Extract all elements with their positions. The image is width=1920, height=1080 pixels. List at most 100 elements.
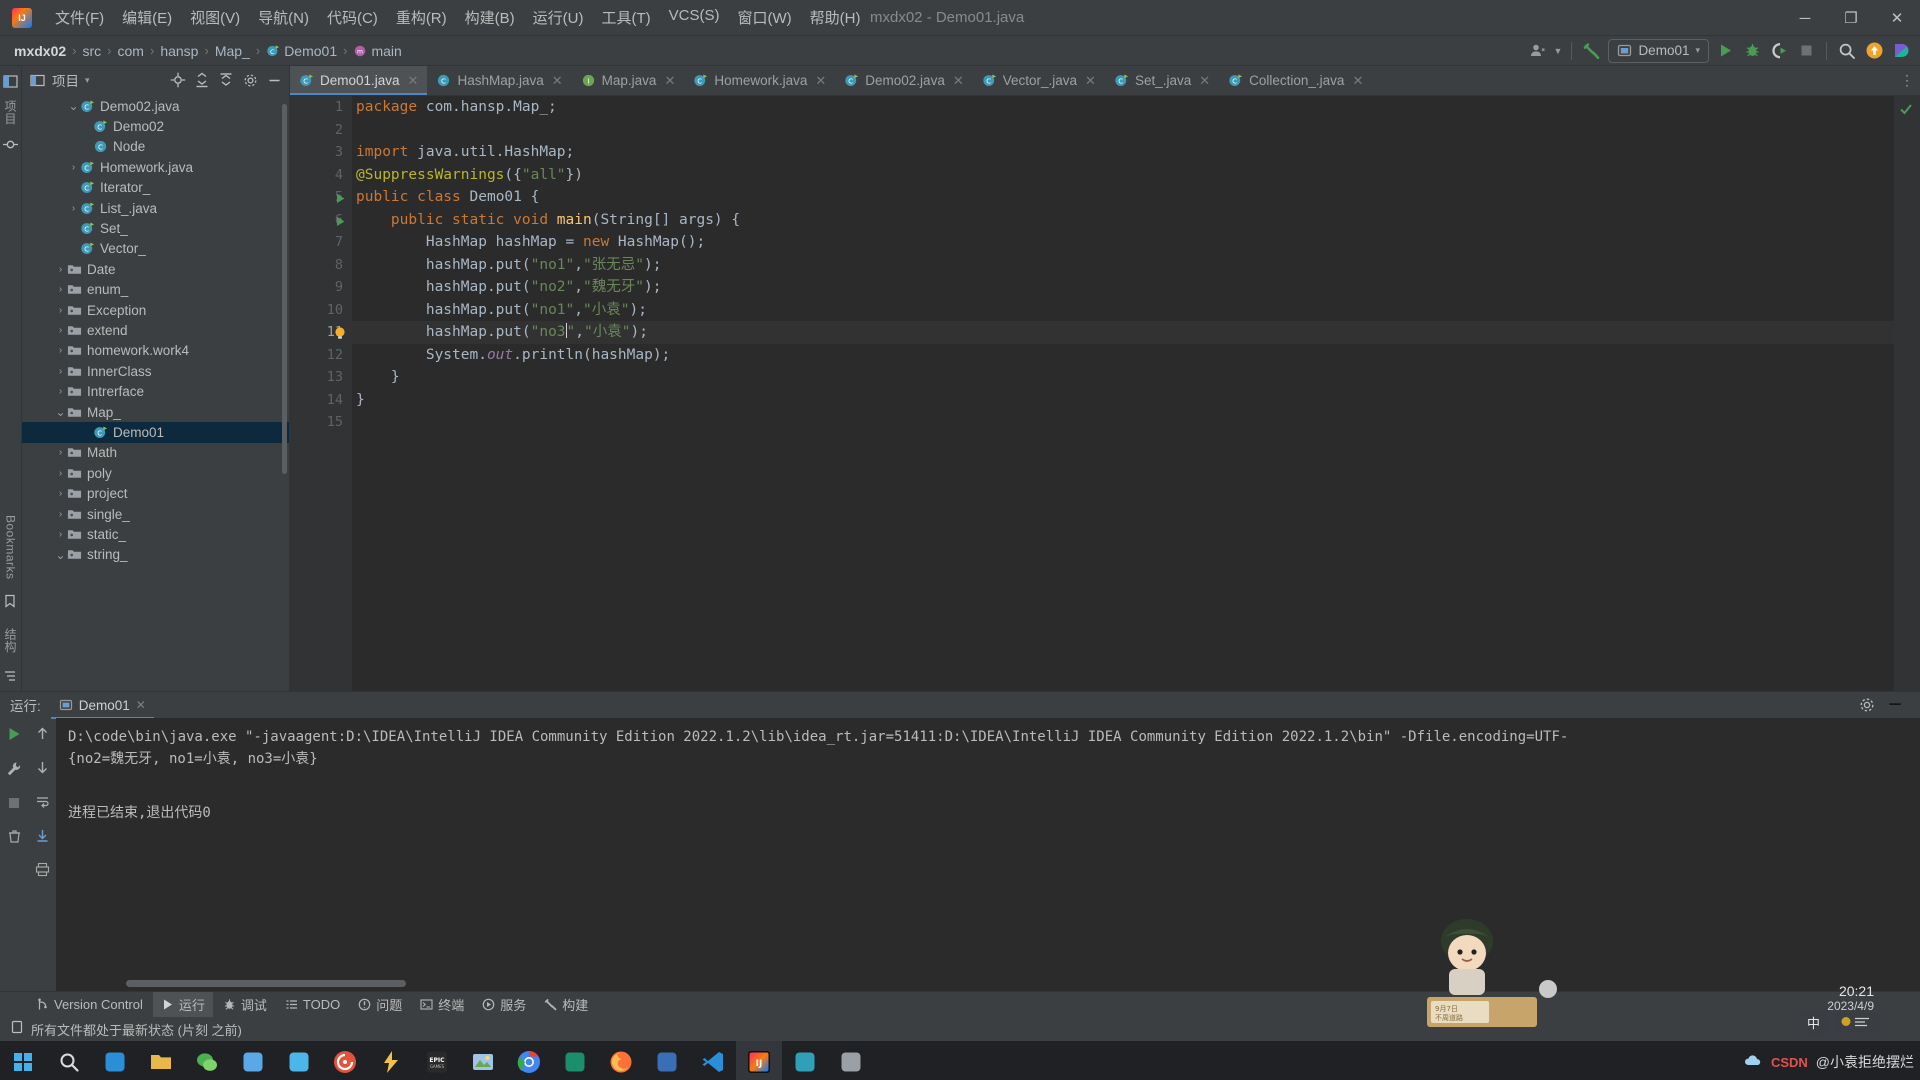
tree-item[interactable]: › extend bbox=[22, 320, 289, 340]
scroll-to-end-icon[interactable] bbox=[35, 828, 50, 848]
chevron-down-icon[interactable]: ▾ bbox=[1695, 45, 1700, 56]
line-number-10[interactable]: 10 bbox=[290, 299, 352, 322]
up-arrow-icon[interactable] bbox=[35, 726, 50, 746]
tree-item[interactable]: › Date bbox=[22, 259, 289, 279]
left-strip-label-bookmarks[interactable]: Bookmarks bbox=[4, 515, 18, 580]
run-icon[interactable] bbox=[1714, 40, 1736, 62]
tab-close-icon[interactable]: ✕ bbox=[552, 73, 563, 89]
chevron-right-icon[interactable]: › bbox=[54, 488, 67, 499]
rerun-icon[interactable] bbox=[6, 726, 22, 747]
breadcrumb-item-map_[interactable]: Map_ bbox=[211, 42, 254, 60]
tab-close-icon[interactable]: ✕ bbox=[1085, 73, 1096, 89]
wrench-icon[interactable] bbox=[6, 761, 22, 782]
search-icon[interactable] bbox=[46, 1041, 92, 1080]
update-icon[interactable] bbox=[1863, 40, 1885, 62]
menu-item-6[interactable]: 构建(B) bbox=[456, 3, 524, 32]
dev-app-icon[interactable] bbox=[644, 1041, 690, 1080]
project-tree-scrollbar[interactable] bbox=[282, 104, 287, 474]
tab-close-icon[interactable]: ✕ bbox=[815, 73, 826, 89]
tree-item[interactable]: › C Homework.java bbox=[22, 157, 289, 177]
chevron-right-icon[interactable]: › bbox=[54, 345, 67, 356]
hammer-build-icon[interactable] bbox=[1581, 40, 1603, 62]
search-everywhere-icon[interactable] bbox=[1836, 40, 1858, 62]
code-content[interactable]: package com.hansp.Map_; import java.util… bbox=[352, 96, 1894, 691]
debug-icon[interactable] bbox=[1741, 40, 1763, 62]
menu-item-5[interactable]: 重构(R) bbox=[387, 3, 456, 32]
music-app-icon[interactable] bbox=[322, 1041, 368, 1080]
chevron-right-icon[interactable]: › bbox=[54, 264, 67, 275]
hide-panel-icon[interactable] bbox=[265, 71, 283, 89]
tree-item[interactable]: › Exception bbox=[22, 300, 289, 320]
tree-item[interactable]: › poly bbox=[22, 463, 289, 483]
tab-close-icon[interactable]: ✕ bbox=[1199, 73, 1210, 89]
tab-close-icon[interactable]: ✕ bbox=[1352, 73, 1363, 89]
epic-games-icon[interactable]: EPIC GAMES bbox=[414, 1041, 460, 1080]
menu-item-7[interactable]: 运行(U) bbox=[524, 3, 593, 32]
line-number-8[interactable]: 8 bbox=[290, 254, 352, 277]
chevron-down-icon[interactable]: ▼ bbox=[1554, 46, 1563, 56]
console-horizontal-scrollbar[interactable] bbox=[126, 980, 406, 987]
tree-item[interactable]: ⌄ Map_ bbox=[22, 402, 289, 422]
print-icon[interactable] bbox=[35, 862, 50, 882]
menu-item-2[interactable]: 视图(V) bbox=[181, 3, 249, 32]
menu-item-0[interactable]: 文件(F) bbox=[46, 3, 113, 32]
edge-browser-icon[interactable] bbox=[92, 1041, 138, 1080]
line-number-4[interactable]: 4 bbox=[290, 164, 352, 187]
editor-tab-mapjava[interactable]: I Map.java ✕ bbox=[572, 66, 685, 95]
code-line-6[interactable]: public static void main(String[] args) { bbox=[352, 209, 1894, 232]
chevron-down-icon[interactable]: ⌄ bbox=[54, 406, 67, 418]
menu-item-1[interactable]: 编辑(E) bbox=[113, 3, 181, 32]
line-number-13[interactable]: 13 bbox=[290, 366, 352, 389]
bird-app-icon[interactable] bbox=[276, 1041, 322, 1080]
breadcrumb-item-com[interactable]: com bbox=[114, 42, 148, 60]
tree-item[interactable]: C Demo02 bbox=[22, 116, 289, 136]
code-line-12[interactable]: System.out.println(hashMap); bbox=[352, 344, 1894, 367]
chevron-right-icon[interactable]: › bbox=[67, 162, 80, 173]
tool-window-button-[interactable]: 服务 bbox=[474, 992, 534, 1017]
tree-item[interactable]: › project bbox=[22, 483, 289, 503]
tree-item[interactable]: C Node bbox=[22, 137, 289, 157]
expand-all-icon[interactable] bbox=[193, 71, 211, 89]
structure-icon[interactable] bbox=[3, 669, 19, 685]
code-line-9[interactable]: hashMap.put("no2","魏无牙"); bbox=[352, 276, 1894, 299]
code-line-10[interactable]: hashMap.put("no1","小袁"); bbox=[352, 299, 1894, 322]
settings-icon[interactable] bbox=[241, 71, 259, 89]
maximize-button[interactable]: ❐ bbox=[1828, 0, 1874, 36]
line-number-3[interactable]: 3 bbox=[290, 141, 352, 164]
ime-language-indicator[interactable]: 中 bbox=[1800, 1011, 1826, 1034]
code-line-8[interactable]: hashMap.put("no1","张无忌"); bbox=[352, 254, 1894, 277]
breadcrumb-item-mxdx02[interactable]: mxdx02 bbox=[10, 42, 70, 60]
stop-icon[interactable] bbox=[7, 796, 21, 815]
tree-item[interactable]: C Iterator_ bbox=[22, 178, 289, 198]
tree-item[interactable]: › C List_.java bbox=[22, 198, 289, 218]
code-line-14[interactable]: } bbox=[352, 389, 1894, 412]
menu-item-8[interactable]: 工具(T) bbox=[592, 3, 659, 32]
left-strip-label-structure[interactable]: 结构 bbox=[2, 628, 19, 653]
line-number-7[interactable]: 7 bbox=[290, 231, 352, 254]
tool-window-button-[interactable]: 构建 bbox=[536, 992, 596, 1017]
tree-item[interactable]: C Vector_ bbox=[22, 239, 289, 259]
firefox-icon[interactable] bbox=[598, 1041, 644, 1080]
chevron-right-icon[interactable]: › bbox=[54, 529, 67, 540]
collapse-all-icon[interactable] bbox=[217, 71, 235, 89]
commit-tool-icon[interactable] bbox=[2, 137, 19, 153]
code-line-11[interactable]: hashMap.put("no3","小袁"); bbox=[352, 321, 1894, 344]
ime-tools-indicator[interactable] bbox=[1834, 1012, 1880, 1033]
editor-gutter[interactable]: 123456789101112131415 bbox=[290, 96, 372, 691]
soft-wrap-icon[interactable] bbox=[35, 794, 50, 814]
line-number-12[interactable]: 12 bbox=[290, 344, 352, 367]
chrome-icon[interactable] bbox=[506, 1041, 552, 1080]
chevron-down-icon[interactable]: ▾ bbox=[85, 75, 90, 86]
tree-item[interactable]: › enum_ bbox=[22, 280, 289, 300]
code-line-1[interactable]: package com.hansp.Map_; bbox=[352, 96, 1894, 119]
editor-tab-demo02java[interactable]: C Demo02.java ✕ bbox=[835, 66, 972, 95]
weixin-icon[interactable] bbox=[184, 1041, 230, 1080]
editor-tab-hashmapjava[interactable]: C HashMap.java ✕ bbox=[427, 66, 571, 95]
minimize-button[interactable]: ─ bbox=[1782, 0, 1828, 36]
chevron-right-icon[interactable]: › bbox=[54, 468, 67, 479]
menu-item-11[interactable]: 帮助(H) bbox=[801, 3, 870, 32]
code-line-2[interactable] bbox=[352, 119, 1894, 142]
line-number-14[interactable]: 14 bbox=[290, 389, 352, 412]
close-button[interactable]: ✕ bbox=[1874, 0, 1920, 36]
run-tab-demo01[interactable]: Demo01 ✕ bbox=[50, 696, 154, 719]
